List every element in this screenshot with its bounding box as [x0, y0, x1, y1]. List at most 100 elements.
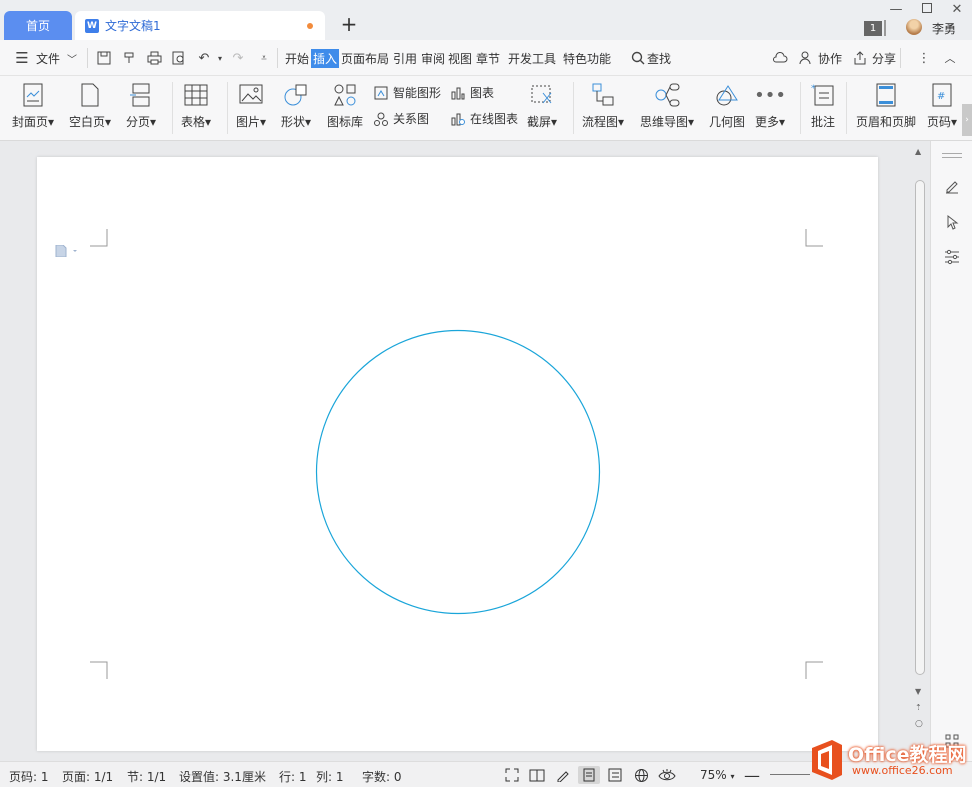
icon-library-button[interactable]: 图标库 [327, 82, 363, 130]
hamburger-icon[interactable]: ☰ [14, 49, 30, 67]
status-setting[interactable]: 设置值: 3.1厘米 [179, 768, 266, 785]
select-cursor-icon[interactable] [942, 212, 962, 232]
share-icon[interactable] [852, 50, 868, 66]
page-break-button[interactable]: 分页▾ [126, 82, 156, 130]
edit-pen-icon[interactable] [942, 176, 962, 196]
zoom-out-icon[interactable]: — [743, 766, 761, 785]
page-view-icon[interactable] [578, 766, 600, 784]
document-page[interactable] [37, 157, 878, 751]
chart-button[interactable]: 图表 [450, 84, 494, 101]
relation-chart-button[interactable]: 关系图 [373, 110, 429, 127]
tab-home[interactable]: 首页 [4, 11, 72, 40]
margin-corner-top-right [805, 229, 823, 247]
panel-drag-handle-icon[interactable] [942, 153, 962, 158]
zoom-level[interactable]: 75% ▾ [700, 768, 735, 782]
flowchart-icon [590, 82, 616, 108]
circle-shape[interactable] [315, 329, 601, 615]
collapse-ribbon-icon[interactable]: ︿ [942, 50, 958, 66]
maximize-button[interactable] [917, 2, 937, 17]
page-number-button[interactable]: # 页码▾ [927, 82, 957, 130]
cover-page-button[interactable]: 封面页▾ [12, 82, 54, 130]
mindmap-button[interactable]: 思维导图▾ [640, 82, 694, 130]
menu-review[interactable]: 审阅 [421, 50, 445, 67]
status-pages[interactable]: 页面: 1/1 [62, 768, 113, 785]
menu-insert[interactable]: 插入 [311, 49, 340, 68]
select-browse-object-icon[interactable]: ○ [915, 719, 923, 729]
screenshot-button[interactable]: 截屏▾ [527, 82, 557, 130]
comment-button[interactable]: * 批注 [810, 82, 836, 130]
document-structure-icon[interactable] [55, 244, 79, 260]
scroll-up-icon[interactable]: ▲ [915, 147, 921, 156]
tab-document[interactable]: W 文字文稿1 [75, 11, 325, 40]
menu-view[interactable]: 视图 [448, 50, 472, 67]
page-number-label: 页码 [927, 115, 952, 129]
eye-protection-icon[interactable] [658, 766, 676, 784]
geometry-icon [714, 82, 740, 108]
status-page-code[interactable]: 页码: 1 [9, 768, 49, 785]
fullscreen-icon[interactable] [503, 766, 521, 784]
scroll-down-icon[interactable]: ▼ [915, 687, 921, 696]
flowchart-button[interactable]: 流程图▾ [582, 82, 624, 130]
customize-toolbar-icon[interactable]: ⩡ [256, 50, 272, 66]
zoom-slider-track[interactable] [770, 774, 810, 775]
print-icon[interactable] [146, 50, 162, 66]
smart-art-button[interactable]: 智能图形 [373, 84, 441, 101]
reading-mode-icon[interactable] [528, 766, 546, 784]
write-mode-icon[interactable] [554, 766, 572, 784]
close-window-button[interactable]: ✕ [947, 2, 967, 17]
geometry-button[interactable]: 几何图 [709, 82, 745, 130]
maximize-icon [922, 3, 932, 13]
menu-features[interactable]: 特色功能 [563, 50, 611, 67]
minimize-button[interactable]: — [886, 2, 906, 17]
new-tab-button[interactable]: + [338, 12, 360, 36]
more-dots-icon: ••• [754, 84, 786, 106]
svg-text:*: * [811, 84, 816, 94]
shape-button[interactable]: 形状▾ [281, 82, 311, 130]
online-chart-button[interactable]: 在线图表 [450, 110, 518, 127]
status-column[interactable]: 列: 1 [316, 768, 344, 785]
print-preview-icon[interactable] [171, 50, 187, 66]
prev-page-icon[interactable]: ⇡ [915, 703, 922, 712]
status-word-count[interactable]: 字数: 0 [362, 768, 402, 785]
screenshot-label: 截屏 [527, 115, 552, 129]
collaborate-button[interactable]: 协作 [818, 50, 842, 67]
user-avatar[interactable] [906, 19, 922, 35]
table-button[interactable]: 表格▾ [181, 82, 211, 130]
ribbon-scroll-right-icon[interactable]: › [962, 104, 972, 136]
window-count-badge[interactable]: 1 [864, 21, 882, 36]
header-footer-button[interactable]: 页眉和页脚 [856, 82, 916, 130]
outline-view-icon[interactable] [606, 766, 624, 784]
cloud-icon[interactable] [772, 50, 788, 66]
blank-page-button[interactable]: 空白页▾ [69, 82, 111, 130]
undo-icon[interactable]: ↶ [196, 50, 212, 66]
web-view-icon[interactable] [632, 766, 650, 784]
more-button[interactable]: ••• 更多▾ [754, 82, 786, 130]
menu-chapter[interactable]: 章节 [476, 50, 500, 67]
settings-sliders-icon[interactable] [942, 247, 962, 267]
comment-label: 批注 [810, 115, 835, 129]
format-painter-icon[interactable] [121, 50, 137, 66]
chevron-down-icon[interactable]: ﹀ [64, 50, 80, 66]
scrollbar-thumb[interactable] [915, 180, 925, 675]
menu-page-layout[interactable]: 页面布局 [341, 50, 389, 67]
tab-document-label: 文字文稿1 [105, 19, 161, 33]
undo-dropdown-icon[interactable]: ▾ [212, 50, 228, 66]
search-icon[interactable] [630, 50, 646, 66]
search-button[interactable]: 查找 [647, 50, 671, 67]
unsaved-dot-icon [307, 23, 313, 29]
collaborate-icon[interactable] [798, 50, 814, 66]
menu-start[interactable]: 开始 [285, 50, 309, 67]
vertical-scrollbar[interactable]: ▲ ▼ ⇡ ○ [912, 145, 928, 735]
menu-reference[interactable]: 引用 [393, 50, 417, 67]
user-name[interactable]: 李勇 [932, 20, 956, 37]
share-button[interactable]: 分享 [872, 50, 896, 67]
menu-dev-tools[interactable]: 开发工具 [508, 50, 556, 67]
status-section[interactable]: 节: 1/1 [127, 768, 166, 785]
picture-button[interactable]: 图片▾ [236, 82, 266, 130]
menu-file[interactable]: 文件 [36, 50, 60, 67]
more-vertical-icon[interactable]: ⋮ [916, 50, 932, 66]
status-row[interactable]: 行: 1 [279, 768, 307, 785]
save-icon[interactable] [96, 50, 112, 66]
redo-icon[interactable]: ↷ [230, 50, 246, 66]
margin-corner-bottom-right [805, 661, 823, 679]
